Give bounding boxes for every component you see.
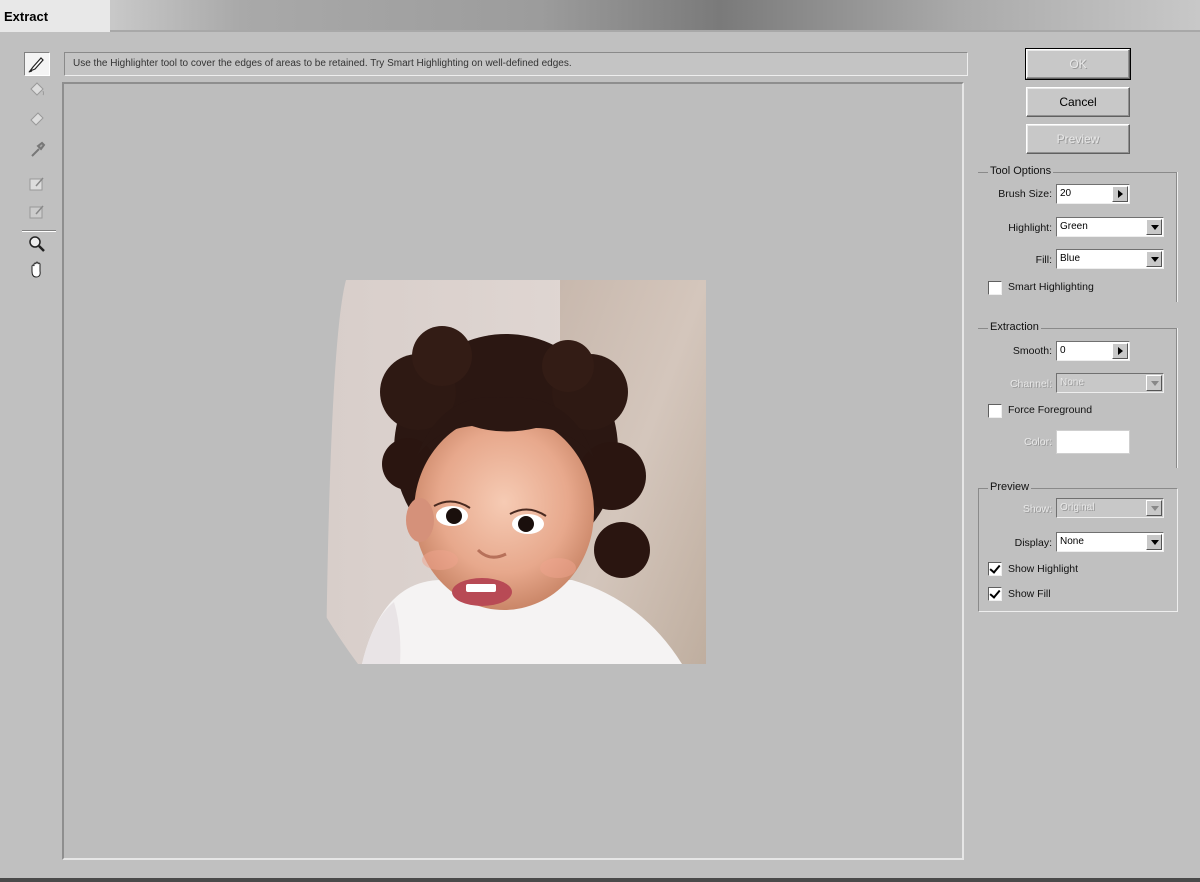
- display-value: None: [1060, 536, 1084, 547]
- display-label: Display:: [1014, 537, 1052, 549]
- show-label: Show:: [1022, 503, 1052, 515]
- highlight-label: Highlight:: [1008, 222, 1052, 234]
- window-title: Extract: [4, 9, 49, 24]
- zoom-icon: [29, 236, 45, 252]
- fill-label: Fill:: [1035, 254, 1052, 266]
- fill-value: Blue: [1060, 253, 1081, 264]
- smart-highlighting-checkbox[interactable]: [988, 281, 1002, 295]
- edge-touchup-icon: [29, 205, 44, 219]
- fill-icon: [30, 82, 44, 96]
- show-fill-label: Show Fill: [1008, 588, 1051, 600]
- smooth-value: 0: [1060, 345, 1066, 356]
- show-highlight-label: Show Highlight: [1008, 563, 1079, 575]
- group-divider: [1176, 328, 1178, 468]
- photo-preview: [322, 280, 706, 664]
- brush-size-field[interactable]: 20: [1056, 184, 1130, 204]
- highlight-select[interactable]: Green: [1056, 217, 1164, 237]
- eraser-tool[interactable]: [24, 106, 50, 130]
- edge-highlighter-icon: [28, 57, 44, 73]
- show-value: Original: [1060, 502, 1095, 513]
- fill-tool[interactable]: [24, 78, 50, 102]
- smooth-label: Smooth:: [1012, 345, 1052, 357]
- show-highlight-checkbox[interactable]: [988, 562, 1002, 576]
- force-foreground-label: Force Foreground: [1008, 404, 1093, 416]
- show-fill-checkbox[interactable]: [988, 587, 1002, 601]
- window-bottom-edge: [0, 878, 1200, 882]
- preview-button[interactable]: Preview: [1026, 124, 1130, 154]
- edge-touchup-tool[interactable]: [24, 200, 50, 224]
- fill-select[interactable]: Blue: [1056, 249, 1164, 269]
- hand-icon: [31, 261, 41, 278]
- highlight-value: Green: [1060, 221, 1088, 232]
- show-select[interactable]: Original: [1056, 498, 1164, 518]
- chevron-down-icon: [1146, 500, 1162, 516]
- eraser-icon: [30, 112, 44, 126]
- eyedropper-tool[interactable]: [24, 138, 50, 162]
- brush-size-slider-arrow[interactable]: [1112, 186, 1128, 202]
- eyedropper-icon: [31, 141, 46, 157]
- ok-button[interactable]: OK: [1025, 48, 1131, 80]
- color-swatch[interactable]: [1056, 430, 1130, 454]
- display-select[interactable]: None: [1056, 532, 1164, 552]
- channel-label: Channel:: [1009, 378, 1052, 390]
- zoom-tool[interactable]: [24, 232, 50, 256]
- chevron-down-icon: [1146, 375, 1162, 391]
- title-bar: Extract: [0, 0, 1200, 32]
- group-divider: [1176, 172, 1178, 302]
- chevron-down-icon: [1146, 219, 1162, 235]
- cancel-button[interactable]: Cancel: [1026, 87, 1130, 117]
- tool-options-title: Tool Options: [988, 165, 1054, 177]
- preview-canvas[interactable]: [62, 82, 964, 860]
- smooth-slider-arrow[interactable]: [1112, 343, 1128, 359]
- hand-tool[interactable]: [24, 258, 50, 282]
- cleanup-icon: [29, 177, 44, 191]
- color-label: Color:: [1023, 436, 1052, 448]
- edge-highlighter-tool[interactable]: [24, 52, 50, 76]
- cleanup-tool[interactable]: [24, 172, 50, 196]
- preview-title: Preview: [988, 481, 1032, 493]
- smooth-field[interactable]: 0: [1056, 341, 1130, 361]
- force-foreground-checkbox[interactable]: [988, 404, 1002, 418]
- chevron-down-icon: [1146, 251, 1162, 267]
- chevron-down-icon: [1146, 534, 1162, 550]
- smart-highlighting-label: Smart Highlighting: [1008, 281, 1094, 293]
- extraction-title: Extraction: [988, 321, 1041, 333]
- brush-size-label: Brush Size:: [998, 188, 1052, 200]
- brush-size-value: 20: [1060, 188, 1072, 199]
- channel-select[interactable]: None: [1056, 373, 1164, 393]
- instruction-bar: Use the Highlighter tool to cover the ed…: [64, 52, 968, 76]
- channel-value: None: [1060, 377, 1084, 388]
